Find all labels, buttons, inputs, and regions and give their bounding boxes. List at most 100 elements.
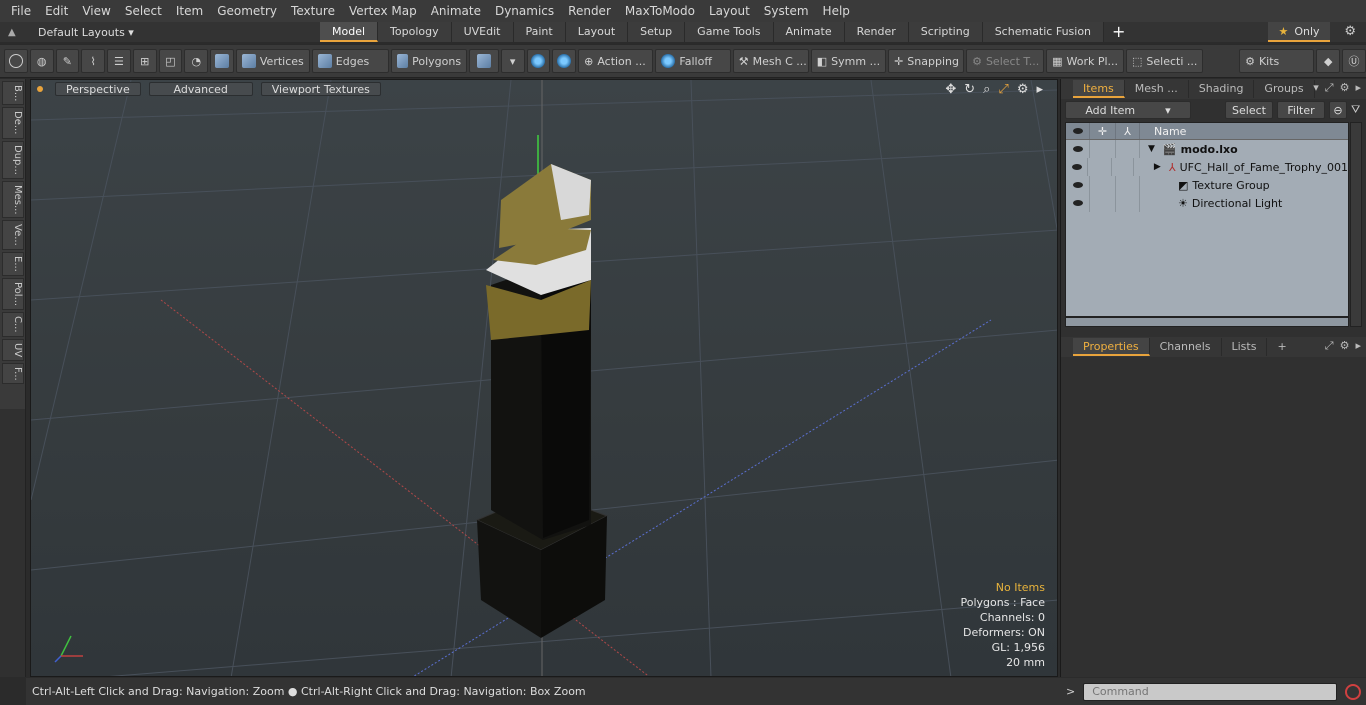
type-col-header[interactable]: ⅄ — [1116, 123, 1140, 139]
props-gear-icon[interactable]: ⚙ — [1340, 339, 1350, 353]
3d-viewport[interactable]: Perspective Advanced Viewport Textures ✥… — [30, 79, 1058, 677]
tab-model[interactable]: Model — [320, 22, 379, 42]
props-expand-icon[interactable]: ⤢ — [1325, 339, 1334, 353]
tab-game-tools[interactable]: Game Tools — [685, 22, 774, 42]
menu-texture[interactable]: Texture — [284, 0, 342, 22]
vtab-fusion[interactable]: F... — [2, 362, 24, 385]
vtab-uv[interactable]: UV — [2, 338, 24, 361]
tab-channels[interactable]: Channels — [1150, 338, 1222, 356]
tree-row[interactable]: ◩ Texture Group — [1066, 176, 1348, 194]
symmetry-button[interactable]: ◧ Symm ... — [810, 49, 887, 73]
advanced-button[interactable]: Advanced — [148, 82, 253, 96]
vtab-polygon[interactable]: Pol... — [2, 277, 24, 310]
edges-button[interactable]: Edges — [311, 49, 390, 73]
menu-dynamics[interactable]: Dynamics — [488, 0, 561, 22]
vtab-duplicate[interactable]: Dup... — [2, 140, 24, 179]
select-button[interactable]: Select — [1225, 101, 1273, 119]
panel-gear-icon[interactable]: ⚙ — [1340, 81, 1350, 95]
tab-items[interactable]: Items — [1073, 80, 1125, 98]
unity-button[interactable]: ◆ — [1316, 49, 1341, 73]
viewport-expand-icon[interactable]: ▸ — [1036, 82, 1043, 97]
perspective-button[interactable]: Perspective — [55, 82, 141, 96]
mesh-constraint-button[interactable]: ⚒ Mesh C ... — [732, 49, 809, 73]
align-button[interactable]: ☰ — [107, 49, 131, 73]
visibility-toggle[interactable] — [1066, 140, 1090, 158]
tree-row[interactable]: ▶ ⅄ UFC_Hall_of_Fame_Trophy_001 — [1066, 158, 1348, 176]
tab-lists[interactable]: Lists — [1222, 338, 1268, 356]
tab-shading[interactable]: Shading — [1189, 80, 1255, 98]
pen-button[interactable]: ✎ — [55, 49, 80, 73]
tab-mesh[interactable]: Mesh ... — [1125, 80, 1189, 98]
unreal-button[interactable]: Ⓤ — [1342, 49, 1366, 73]
vtab-curve[interactable]: C... — [2, 311, 24, 337]
menu-system[interactable]: System — [757, 0, 816, 22]
tab-groups[interactable]: Groups — [1254, 80, 1315, 98]
menu-animate[interactable]: Animate — [424, 0, 488, 22]
pan-icon[interactable]: ✥ — [945, 82, 956, 97]
expand-arrow-icon[interactable]: ▼ — [1148, 144, 1155, 154]
rotate-button[interactable]: ◔ — [184, 49, 209, 73]
trophy-model[interactable] — [475, 164, 609, 638]
frame-button[interactable]: ◰ — [158, 49, 183, 73]
chevron-down-icon[interactable]: ▾ — [1313, 81, 1319, 95]
tab-scripting[interactable]: Scripting — [908, 22, 983, 42]
props-arrow-icon[interactable]: ▸ — [1355, 339, 1361, 353]
only-button[interactable]: ★ Only — [1268, 22, 1330, 42]
visibility-toggle[interactable] — [1066, 176, 1090, 194]
visibility-toggle[interactable] — [1066, 158, 1089, 176]
add-tab-button[interactable]: + — [1104, 22, 1133, 42]
menu-maxtomodo[interactable]: MaxToModo — [618, 0, 702, 22]
viewport-textures-button[interactable]: Viewport Textures — [260, 82, 381, 96]
vertices-button[interactable]: Vertices — [235, 49, 310, 73]
viewport-menu-dot[interactable] — [37, 86, 43, 92]
sym-y-button[interactable] — [552, 49, 577, 73]
add-item-button[interactable]: Add Item ▾ — [1065, 101, 1191, 119]
add-panel-tab-button[interactable]: + — [1267, 338, 1296, 356]
fit-icon[interactable]: ⤢ — [998, 82, 1008, 97]
falloff-button[interactable]: Falloff — [655, 49, 731, 73]
zoom-icon[interactable]: ⌕ — [983, 82, 990, 97]
collapsed-arrow-icon[interactable]: ▶ — [1154, 162, 1161, 172]
tree-row[interactable]: ☀ Directional Light — [1066, 194, 1348, 212]
menu-file[interactable]: File — [4, 0, 38, 22]
tab-setup[interactable]: Setup — [628, 22, 686, 42]
vtab-deform[interactable]: De... — [2, 107, 24, 139]
tab-uvedit[interactable]: UVEdit — [451, 22, 514, 42]
vtab-mesh-edit[interactable]: Mes... — [2, 180, 24, 219]
polygons-button[interactable]: Polygons — [391, 49, 468, 73]
tab-render[interactable]: Render — [844, 22, 909, 42]
vertical-scrollbar[interactable] — [1350, 122, 1362, 327]
menu-item[interactable]: Item — [169, 0, 210, 22]
visibility-col-header[interactable] — [1066, 123, 1090, 139]
record-icon[interactable] — [1345, 683, 1362, 700]
vtab-edge[interactable]: E... — [2, 252, 24, 276]
layout-dropdown[interactable]: ▲ Default Layouts ▾ — [0, 26, 320, 39]
tab-animate[interactable]: Animate — [773, 22, 845, 42]
vtab-basic[interactable]: B... — [2, 81, 24, 106]
viewport-gear-icon[interactable]: ⚙ — [1017, 82, 1029, 97]
material-button[interactable] — [469, 49, 499, 73]
transform-button[interactable]: ⊞ — [132, 49, 157, 73]
orbit-icon[interactable]: ↻ — [964, 82, 975, 97]
collapse-button[interactable]: ⊖ — [1329, 101, 1347, 119]
select-through-button[interactable]: ⚙ Select T... — [966, 49, 1045, 73]
lock-col-header[interactable]: ✛ — [1090, 123, 1116, 139]
select-circle-button[interactable] — [4, 49, 28, 73]
horizontal-scrollbar[interactable] — [1065, 317, 1349, 327]
globe-button[interactable]: ◍ — [29, 49, 54, 73]
brush-button[interactable]: ⌇ — [81, 49, 106, 73]
menu-view[interactable]: View — [75, 0, 117, 22]
material-dropdown[interactable]: ▾ — [500, 49, 525, 73]
tab-properties[interactable]: Properties — [1073, 338, 1150, 356]
tab-topology[interactable]: Topology — [378, 22, 452, 42]
name-col-header[interactable]: Name — [1140, 125, 1186, 138]
menu-help[interactable]: Help — [816, 0, 857, 22]
visibility-toggle[interactable] — [1066, 194, 1090, 212]
vtab-vertex[interactable]: Ve... — [2, 220, 24, 251]
menu-select[interactable]: Select — [118, 0, 169, 22]
action-button[interactable]: ⊕ Action ... — [578, 49, 654, 73]
item-mode-button[interactable] — [210, 49, 234, 73]
expand-icon[interactable]: ⤢ — [1325, 81, 1334, 95]
work-plane-button[interactable]: ▦ Work Pl... — [1046, 49, 1125, 73]
menu-edit[interactable]: Edit — [38, 0, 75, 22]
